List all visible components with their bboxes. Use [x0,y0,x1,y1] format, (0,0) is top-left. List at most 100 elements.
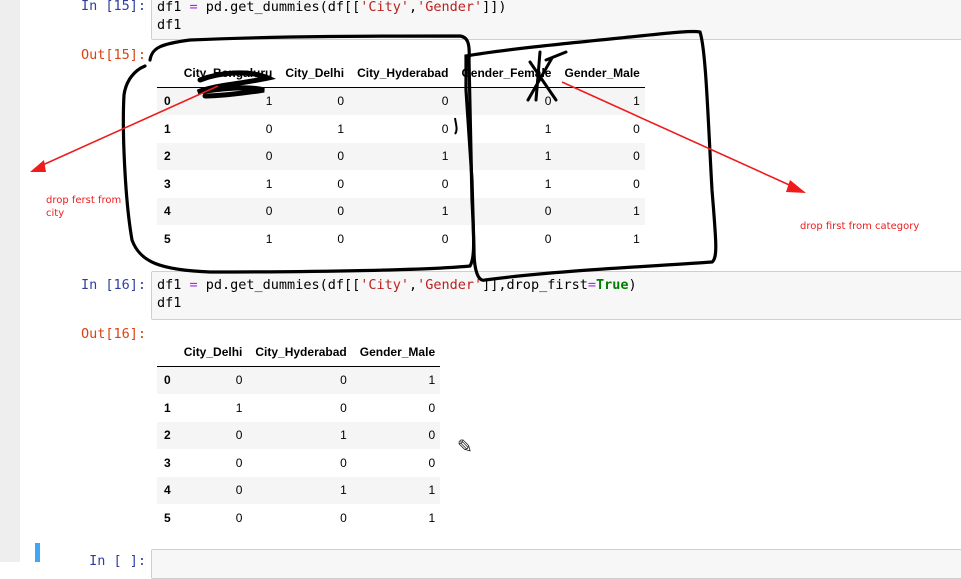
table-cell: 1 [340,483,347,498]
row-index: 5 [164,231,171,246]
index-header [157,59,176,88]
table-cell: 0 [340,400,347,415]
cell-15-code-editor[interactable]: df1 = pd.get_dummies(df[['City','Gender'… [151,0,961,40]
row-index: 2 [164,428,171,443]
table-cell: 0 [428,455,436,470]
column-header: Gender_Male [351,338,441,367]
table-row: 5 0 0 1 [157,504,440,532]
table-cell: 1 [633,94,640,109]
table-row: 5 1 0 0 0 1 [157,225,645,253]
row-index: 4 [164,204,171,219]
column-header: City_Delhi [175,338,248,367]
notebook-left-margin [0,0,20,562]
table-row: 3 0 0 0 [157,449,440,477]
table-row: 4 0 0 1 0 1 [157,197,645,225]
active-cell-indicator [35,543,40,562]
table-cell: 0 [340,373,347,388]
cell-16-code-line-2: df1 [157,295,182,311]
pencil-cursor-icon: ✎ [457,436,473,458]
table-cell: 0 [337,176,345,191]
table-row: 1 1 0 0 [157,394,440,422]
annotation-drop-first-category: drop first from category [800,221,920,232]
table-cell: 0 [633,149,640,164]
row-index: 2 [164,149,171,164]
row-index: 4 [164,483,171,498]
table-cell: 0 [441,176,449,191]
table-cell: 1 [337,121,345,136]
table-cell: 1 [544,176,552,191]
table-cell: 0 [633,121,640,136]
table-cell: 1 [633,204,640,219]
row-index: 0 [164,373,171,388]
table-cell: 0 [544,204,552,219]
table-row: 0 1 0 0 0 1 [157,87,645,115]
cell-15-dataframe-table: City_Bengaluru City_Delhi City_Hyderabad Ge… [157,59,645,253]
table-cell: 1 [441,204,449,219]
index-header [157,338,176,367]
table-cell: 1 [441,149,449,164]
table-cell: 1 [633,231,640,246]
table-cell: 1 [544,121,552,136]
row-index: 3 [164,176,171,191]
table-cell: 0 [633,176,640,191]
table-cell: 0 [428,428,436,443]
cell-15-output-prompt: Out[15]: [80,47,146,63]
cell-15-code-line-1: df1 = pd.get_dummies(df[['City','Gender'… [157,0,507,15]
table-cell: 1 [235,400,243,415]
table-cell: 1 [428,510,436,525]
table-cell: 0 [337,204,345,219]
table-cell: 0 [337,231,345,246]
column-header: City_Hyderabad [247,338,352,367]
row-index: 5 [164,510,171,525]
table-cell: 1 [265,94,273,109]
table-cell: 1 [428,483,436,498]
table-row: 3 1 0 0 1 0 [157,170,645,198]
table-cell: 0 [235,483,243,498]
table-row: 2 0 0 1 1 0 [157,142,645,170]
table-row: 1 0 1 0 1 0 [157,115,645,143]
column-header: City_Hyderabad [349,59,454,88]
table-row: 4 0 1 1 [157,476,441,504]
table-cell: 0 [340,455,347,470]
table-cell: 0 [441,231,449,246]
table-cell: 0 [265,204,273,219]
row-index: 1 [164,400,171,415]
table-cell: 0 [235,428,243,443]
table-row: 0 0 0 1 [157,366,441,394]
cell-16-input-prompt: In [16]: [80,277,146,293]
table-cell: 0 [337,149,345,164]
column-header: City_Delhi [277,59,350,88]
table-header-row: City_Delhi City_Hyderabad Gender_Male [157,338,441,367]
row-index: 1 [164,121,171,136]
table-cell: 0 [544,94,552,109]
annotation-drop-first-city: drop ferst from city [46,195,122,219]
column-header: City_Bengaluru [175,59,278,88]
table-cell: 0 [337,94,345,109]
cell-15-input-prompt: In [15]: [80,0,146,14]
table-cell: 1 [265,176,273,191]
cell-17-code-editor[interactable] [151,549,961,579]
table-cell: 1 [428,373,436,388]
table-cell: 1 [544,149,552,164]
table-cell: 0 [235,510,243,525]
table-cell: 0 [544,231,552,246]
table-cell: 1 [340,428,347,443]
table-cell: 0 [428,400,436,415]
column-header: Gender_Male [556,59,645,88]
table-cell: 0 [235,373,243,388]
table-cell: 0 [441,121,449,136]
table-cell: 0 [235,455,243,470]
cell-17-input-prompt: In [ ]: [89,553,146,569]
table-cell: 1 [265,231,273,246]
column-header: Gender_Female [453,59,557,88]
row-index: 3 [164,455,171,470]
table-cell: 0 [441,94,449,109]
table-cell: 0 [340,510,347,525]
cell-15-code-line-2: df1 [157,17,182,33]
row-index: 0 [164,94,171,109]
cell-16-code-editor[interactable]: df1 = pd.get_dummies(df[['City','Gender'… [151,271,961,320]
cell-16-dataframe-table: City_Delhi City_Hyderabad Gender_Male 0001… [157,338,441,532]
table-row: 2010 [157,421,441,449]
cell-16-output-prompt: Out[16]: [80,326,146,342]
cell-16-code-line-1: df1 = pd.get_dummies(df[['City','Gender'… [157,277,637,293]
